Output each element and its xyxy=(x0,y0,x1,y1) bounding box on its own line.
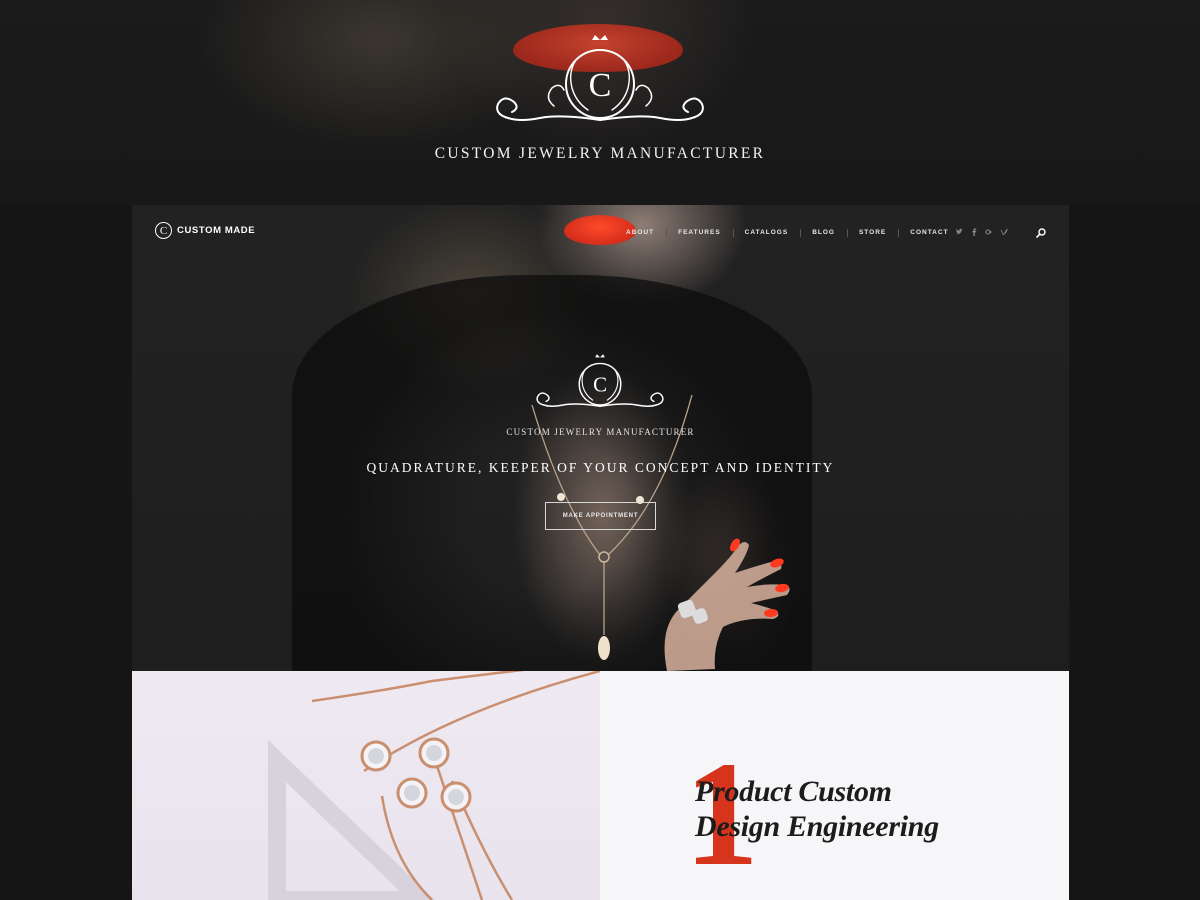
hand-illustration xyxy=(664,538,790,671)
main-nav: ABOUT FEATURES CATALOGS BLOG STORE CONTA… xyxy=(614,229,961,237)
twitter-icon[interactable] xyxy=(955,228,963,236)
banner-title: CUSTOM JEWELRY MANUFACTURER xyxy=(434,145,766,162)
website-preview: C CUSTOM MADE ABOUT FEATURES CATALOGS BL… xyxy=(132,205,1069,900)
site-logo[interactable]: C CUSTOM MADE xyxy=(155,222,255,239)
feature-heading: Product Custom Design Engineering xyxy=(695,774,939,844)
social-links xyxy=(955,228,1008,236)
hero-section: C CUSTOM MADE ABOUT FEATURES CATALOGS BL… xyxy=(132,205,1069,675)
nav-item-contact[interactable]: CONTACT xyxy=(898,229,960,237)
nav-item-about[interactable]: ABOUT xyxy=(614,229,666,236)
crest-emblem: C xyxy=(496,35,704,121)
hero-headline: QUADRATURE, KEEPER OF YOUR CONCEPT AND I… xyxy=(366,460,835,475)
feature-section: 1 Product Custom Design Engineering xyxy=(132,671,1069,900)
hero-crest-emblem: C xyxy=(536,354,664,407)
feature-image xyxy=(132,671,600,900)
hero-crest-letter: C xyxy=(593,374,607,397)
make-appointment-button[interactable]: MAKE APPOINTMENT xyxy=(545,502,656,530)
nav-item-blog[interactable]: BLOG xyxy=(800,229,847,237)
search-icon[interactable] xyxy=(1035,227,1047,239)
nav-item-catalogs[interactable]: CATALOGS xyxy=(732,229,801,237)
bracelet-illustration xyxy=(268,671,600,900)
feature-heading-line2: Design Engineering xyxy=(695,810,939,843)
feature-text-panel: 1 Product Custom Design Engineering xyxy=(600,671,1069,900)
nav-item-features[interactable]: FEATURES xyxy=(666,229,733,237)
vimeo-icon[interactable] xyxy=(1000,228,1008,236)
logo-mark: C xyxy=(155,222,172,239)
feature-heading-line1: Product Custom xyxy=(695,775,892,808)
logo-text: CUSTOM MADE xyxy=(177,225,256,236)
google-plus-icon[interactable] xyxy=(985,228,993,236)
hero-subtitle: CUSTOM JEWELRY MANUFACTURER xyxy=(506,427,695,437)
crest-letter: C xyxy=(589,67,612,104)
nav-item-store[interactable]: STORE xyxy=(846,229,898,237)
banner: C CUSTOM JEWELRY MANUFACTURER xyxy=(0,0,1200,205)
facebook-icon[interactable] xyxy=(970,228,978,236)
